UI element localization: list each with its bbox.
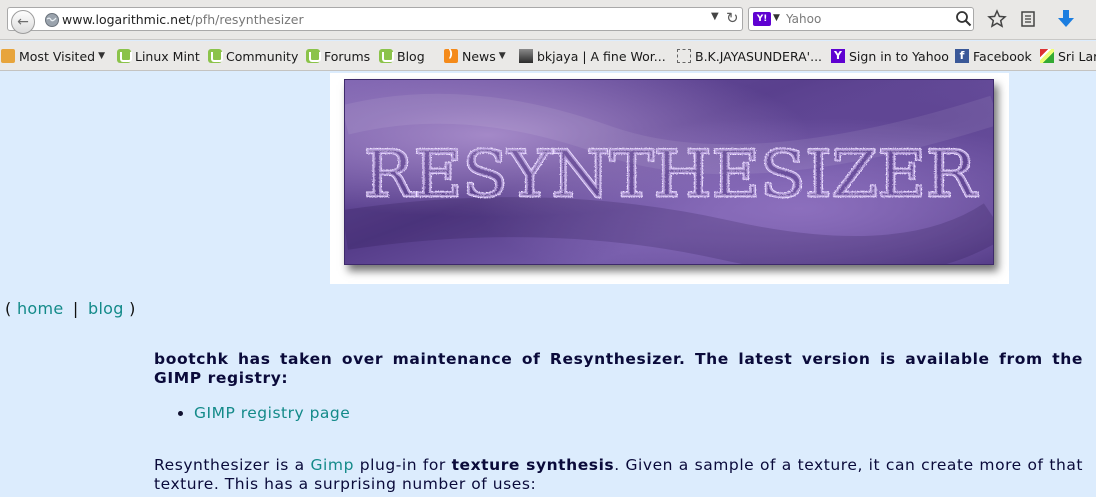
bookmark-label: Most Visited: [19, 48, 96, 64]
bookmark-community[interactable]: Community: [208, 47, 298, 65]
bookmark-label: Blog: [397, 48, 425, 64]
bookmark-yahoo[interactable]: Y Sign in to Yahoo: [831, 47, 949, 65]
bookmark-bkjayasundera[interactable]: B.K.JAYASUNDERA'...: [677, 47, 822, 65]
banner-frame: RESYNTHESIZER RESYNTHESIZER: [330, 73, 1009, 284]
globe-icon: [45, 13, 59, 27]
bookmark-label: Facebook: [973, 48, 1032, 64]
maintenance-notice: bootchk has taken over maintenance of Re…: [154, 350, 1083, 387]
intro-text: plug-in for: [353, 456, 452, 474]
nav-close-paren: ): [129, 299, 136, 318]
bookmark-label: Community: [226, 48, 299, 64]
navigation-toolbar: ← www.logarithmic.net/pfh/resynthesizer …: [0, 0, 1096, 40]
bookmark-label: Forums: [324, 48, 371, 64]
download-icon[interactable]: [1055, 8, 1077, 30]
resynthesizer-banner: RESYNTHESIZER RESYNTHESIZER: [344, 79, 994, 265]
engine-dropdown-icon[interactable]: ▼: [773, 13, 780, 23]
bookmark-blog[interactable]: Blog: [379, 47, 425, 65]
reload-icon[interactable]: ↻: [726, 9, 739, 27]
blog-link[interactable]: blog: [88, 299, 124, 318]
bookmark-sri-lanka[interactable]: Sri Lar: [1040, 47, 1096, 65]
search-icon[interactable]: [955, 10, 973, 28]
rss-icon: [444, 47, 458, 63]
main-content: bootchk has taken over maintenance of Re…: [154, 350, 1083, 494]
mint-icon: [208, 49, 223, 63]
page-icon: [677, 49, 691, 63]
bookmark-forums[interactable]: Forums: [306, 47, 370, 65]
search-placeholder: Yahoo: [786, 12, 822, 26]
list-item: GIMP registry page: [194, 404, 1083, 422]
facebook-icon: f: [955, 49, 969, 63]
chevron-down-icon: ▼: [98, 51, 106, 61]
url-host: www.logarithmic.net: [62, 12, 191, 27]
bookmark-facebook[interactable]: f Facebook: [955, 47, 1032, 65]
url-text[interactable]: www.logarithmic.net/pfh/resynthesizer: [62, 12, 304, 27]
bookmark-label: News: [462, 48, 496, 64]
flag-icon: [1040, 49, 1054, 63]
folder-icon: [1, 49, 15, 63]
bookmark-label: Sri Lar: [1058, 48, 1096, 64]
bookmark-star-icon[interactable]: [986, 8, 1008, 30]
reading-list-icon[interactable]: [1017, 8, 1039, 30]
nav-open-paren: (: [5, 299, 12, 318]
bookmark-label: Sign in to Yahoo: [849, 48, 949, 64]
back-arrow-icon: ←: [17, 14, 29, 30]
back-button[interactable]: ←: [11, 10, 35, 34]
bookmark-label: Linux Mint: [135, 48, 200, 64]
chevron-down-icon: ▼: [498, 51, 506, 61]
texture-synthesis-term: texture synthesis: [451, 456, 615, 474]
home-link[interactable]: home: [17, 299, 64, 318]
gimp-link[interactable]: Gimp: [311, 456, 354, 474]
search-bar[interactable]: Y! ▼ Yahoo: [748, 7, 974, 31]
gimp-registry-link[interactable]: GIMP registry page: [194, 404, 350, 422]
bookmark-most-visited[interactable]: Most Visited ▼: [1, 47, 105, 65]
mint-icon: [117, 49, 132, 63]
nav-separator: |: [72, 299, 79, 318]
history-dropdown-icon[interactable]: ▼: [711, 11, 719, 22]
bookmark-label: bkjaya | A fine Wor...: [537, 48, 666, 64]
site-nav: ( home | blog ): [5, 299, 136, 318]
image-icon: [519, 49, 533, 63]
bookmark-label: B.K.JAYASUNDERA'...: [695, 48, 823, 64]
bookmark-news[interactable]: News ▼: [444, 47, 506, 65]
yahoo-icon: Y: [831, 49, 845, 63]
url-bar[interactable]: ← www.logarithmic.net/pfh/resynthesizer …: [7, 7, 743, 34]
banner-title-shadow: RESYNTHESIZER: [364, 138, 978, 212]
intro-paragraph: Resynthesizer is a Gimp plug-in for text…: [154, 456, 1083, 494]
url-path: /pfh/resynthesizer: [190, 12, 304, 27]
banner-texture: RESYNTHESIZER RESYNTHESIZER: [345, 93, 993, 264]
mint-icon: [306, 49, 321, 63]
bookmark-linux-mint[interactable]: Linux Mint: [117, 47, 200, 65]
bookmark-bkjaya[interactable]: bkjaya | A fine Wor...: [519, 47, 666, 65]
intro-text: Resynthesizer is a: [154, 456, 311, 474]
mint-icon: [379, 49, 394, 63]
registry-list: GIMP registry page: [178, 404, 1083, 422]
yahoo-engine-icon[interactable]: Y!: [753, 12, 771, 26]
bookmarks-toolbar: Most Visited ▼ Linux Mint Community Foru…: [0, 41, 1096, 71]
